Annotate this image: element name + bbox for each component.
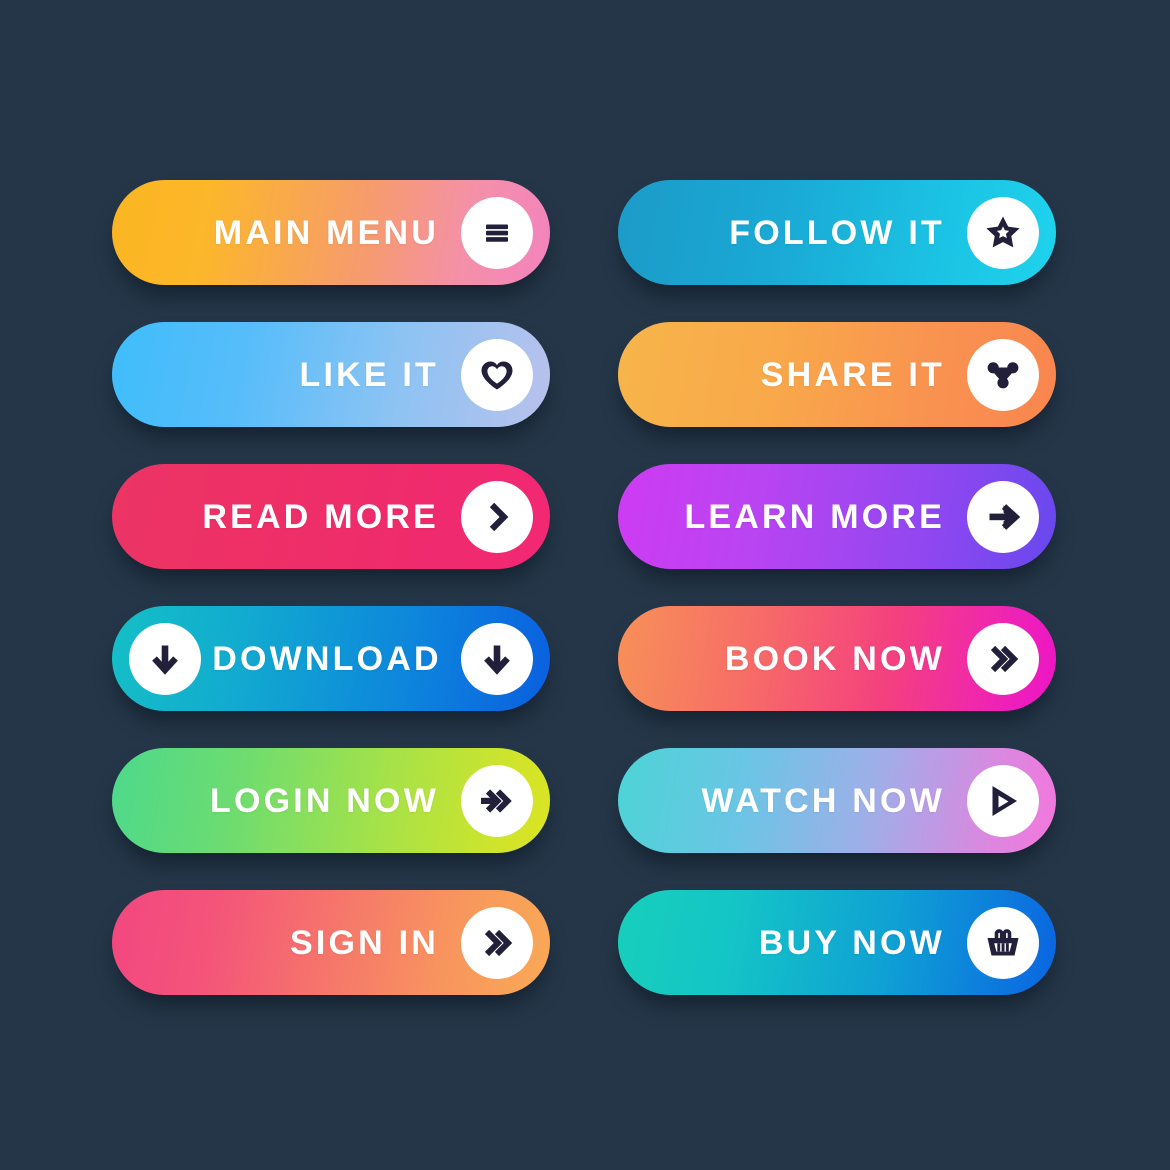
learn-more-button[interactable]: Learn More [618,464,1056,569]
button-board: Main Menu Follow It Like It [0,0,1170,1170]
watch-now-label: Watch Now [701,781,945,820]
book-now-button[interactable]: Book Now [618,606,1056,711]
hamburger-menu-icon[interactable] [461,196,533,269]
star-icon[interactable] [967,196,1039,269]
arrow-right-icon[interactable] [967,480,1039,553]
share-nodes-icon[interactable] [967,338,1039,411]
arrow-down-icon[interactable] [129,622,201,695]
double-chevron-right-icon[interactable] [967,622,1039,695]
buy-now-button[interactable]: Buy Now [618,890,1056,995]
double-chevron-right-icon[interactable] [461,906,533,979]
arrow-down-icon[interactable] [461,622,533,695]
heart-icon[interactable] [461,338,533,411]
read-more-button[interactable]: Read More [112,464,550,569]
like-it-label: Like It [299,355,439,394]
download-label: Download [212,639,442,678]
follow-it-button[interactable]: Follow It [618,180,1056,285]
watch-now-button[interactable]: Watch Now [618,748,1056,853]
like-it-button[interactable]: Like It [112,322,550,427]
login-now-button[interactable]: Login Now [112,748,550,853]
share-it-button[interactable]: Share It [618,322,1056,427]
buy-now-label: Buy Now [758,923,945,962]
learn-more-label: Learn More [684,497,945,536]
button-grid: Main Menu Follow It Like It [112,180,1058,995]
main-menu-button[interactable]: Main Menu [112,180,550,285]
share-it-label: Share It [760,355,945,394]
sign-in-button[interactable]: Sign In [112,890,550,995]
play-icon[interactable] [967,764,1039,837]
shopping-basket-icon[interactable] [967,906,1039,979]
read-more-label: Read More [202,497,439,536]
arrow-double-chevron-right-icon[interactable] [461,764,533,837]
follow-it-label: Follow It [729,213,945,252]
login-now-label: Login Now [210,781,439,820]
chevron-right-icon[interactable] [461,480,533,553]
main-menu-label: Main Menu [213,213,439,252]
sign-in-label: Sign In [290,923,439,962]
download-button[interactable]: Download [112,606,550,711]
book-now-label: Book Now [724,639,945,678]
